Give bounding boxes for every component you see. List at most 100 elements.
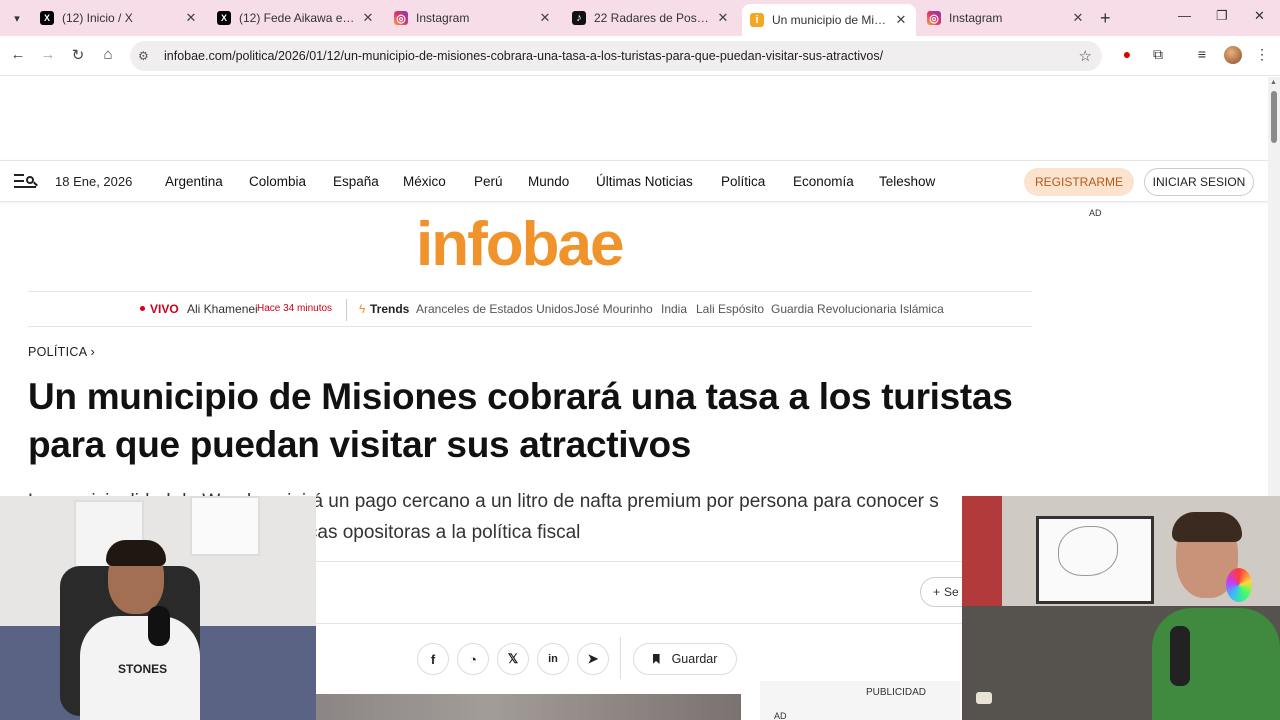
bookmark-icon — [652, 654, 660, 664]
ad-slot[interactable] — [760, 681, 960, 720]
facebook-share-icon[interactable]: f — [417, 643, 449, 675]
site-navigation: 18 Ene, 2026 Argentina Colombia España M… — [0, 160, 1268, 202]
tab-instagram-2[interactable]: ◎ Instagram ✕ — [919, 4, 1093, 32]
tab-title: 22 Radares de Posadas a E — [594, 11, 714, 25]
trends-bar: VIVO Ali Khamenei Hace 34 minutos ϟ Tren… — [28, 291, 1032, 327]
linkedin-share-icon[interactable]: in — [537, 643, 569, 675]
tab-tiktok[interactable]: ♪ 22 Radares de Posadas a E ✕ — [564, 4, 738, 32]
section-label[interactable]: POLÍTICA — [28, 345, 87, 359]
home-icon[interactable]: ⌂ — [98, 46, 118, 63]
login-button[interactable]: INICIAR SESION — [1144, 168, 1254, 196]
nav-teleshow[interactable]: Teleshow — [879, 174, 935, 189]
live-label: VIVO — [150, 302, 179, 316]
reload-icon[interactable]: ↻ — [68, 46, 88, 64]
tab-x-fede[interactable]: X (12) Fede Aikawa en X: "y l ✕ — [209, 4, 383, 32]
close-tab-icon[interactable]: ✕ — [1069, 10, 1087, 26]
publicidad-label: PUBLICIDAD — [866, 687, 927, 698]
microphone-icon — [148, 606, 170, 646]
url-text[interactable]: infobae.com/politica/2026/01/12/un-munic… — [164, 49, 883, 63]
minimize-icon[interactable]: — — [1178, 8, 1191, 23]
trend-item[interactable]: Guardia Revolucionaria Islámica — [771, 302, 944, 316]
article-headline: Un municipio de Misiones cobrará una tas… — [28, 376, 1013, 465]
live-headline[interactable]: Ali Khamenei — [187, 302, 258, 316]
streamer-left: STONES — [80, 540, 200, 720]
ad-label: AD — [1089, 208, 1102, 218]
live-dot-icon — [140, 306, 145, 311]
browser-window: ▾ X (12) Inicio / X ✕ X (12) Fede Aikawa… — [0, 0, 1280, 720]
infobae-logo[interactable]: infobae — [416, 209, 624, 280]
x-logo-icon: X — [40, 11, 54, 25]
divider — [620, 637, 621, 679]
tab-strip: ▾ X (12) Inicio / X ✕ X (12) Fede Aikawa… — [0, 0, 1280, 36]
browser-menu-icon[interactable]: ⋮ — [1252, 46, 1272, 63]
lightning-icon: ϟ — [359, 302, 366, 316]
media-control-icon[interactable]: ≡ — [1192, 46, 1212, 62]
close-tab-icon[interactable]: ✕ — [182, 10, 200, 26]
site-info-icon[interactable]: ⚙ — [138, 49, 164, 63]
divider — [316, 561, 976, 562]
tiktok-icon: ♪ — [572, 11, 586, 25]
nav-peru[interactable]: Perú — [474, 174, 503, 189]
shirt-text: STONES — [118, 662, 168, 676]
tab-x-inicio[interactable]: X (12) Inicio / X ✕ — [32, 4, 206, 32]
bookmark-star-icon[interactable]: ☆ — [1079, 47, 1092, 65]
divider — [346, 299, 347, 321]
telegram-share-icon[interactable]: ➤ — [577, 643, 609, 675]
nav-politica[interactable]: Política — [721, 174, 765, 189]
close-window-icon[interactable]: ✕ — [1254, 8, 1265, 24]
trend-item[interactable]: India — [661, 302, 687, 316]
close-tab-icon[interactable]: ✕ — [536, 10, 554, 26]
tab-instagram-1[interactable]: ◎ Instagram ✕ — [386, 4, 560, 32]
nav-ultimas-noticias[interactable]: Últimas Noticias — [596, 174, 693, 189]
nav-colombia[interactable]: Colombia — [249, 174, 306, 189]
close-tab-icon[interactable]: ✕ — [892, 12, 910, 28]
ad-label: AD — [774, 711, 787, 720]
nav-argentina[interactable]: Argentina — [165, 174, 223, 189]
rgb-headset-icon — [1226, 568, 1252, 602]
close-tab-icon[interactable]: ✕ — [714, 10, 732, 26]
nav-mexico[interactable]: México — [403, 174, 446, 189]
follow-label: Se — [944, 585, 959, 599]
new-tab-icon[interactable]: + — [1100, 8, 1111, 29]
tab-title: (12) Fede Aikawa en X: "y l — [239, 11, 359, 25]
register-button[interactable]: REGISTRARME — [1024, 168, 1134, 196]
streamer-right — [1152, 512, 1280, 720]
restore-icon[interactable]: ❐ — [1216, 8, 1228, 24]
instagram-icon: ◎ — [394, 11, 408, 25]
close-tab-icon[interactable]: ✕ — [359, 10, 377, 26]
webcam-left: STONES — [0, 496, 316, 720]
nav-economia[interactable]: Economía — [793, 174, 854, 189]
nav-espana[interactable]: España — [333, 174, 379, 189]
section-breadcrumb[interactable]: POLÍTICA › — [28, 345, 95, 359]
tab-infobae-active[interactable]: i Un municipio de Misiones ✕ — [742, 4, 916, 36]
trend-item[interactable]: Lali Espósito — [696, 302, 764, 316]
tab-title: Un municipio de Misiones — [772, 13, 892, 27]
live-time: Hace 34 minutos — [257, 303, 333, 314]
x-logo-icon: X — [217, 11, 231, 25]
x-share-icon[interactable]: 𝕏 — [497, 643, 529, 675]
chevron-right-icon: › — [90, 345, 95, 359]
tab-title: Instagram — [949, 11, 1003, 25]
webcam-right — [962, 496, 1280, 720]
back-icon[interactable]: ← — [8, 46, 28, 63]
trend-item[interactable]: Aranceles de Estados Unidos — [416, 302, 573, 316]
nav-mundo[interactable]: Mundo — [528, 174, 569, 189]
extension-opera-icon[interactable]: ● — [1117, 46, 1137, 62]
whatsapp-share-icon[interactable]: ◔ — [457, 643, 489, 675]
tab-title: Instagram — [416, 11, 470, 25]
scroll-up-icon[interactable]: ▲ — [1270, 79, 1277, 86]
tab-search-icon[interactable]: ▾ — [6, 7, 28, 29]
scroll-thumb[interactable] — [1271, 91, 1277, 143]
menu-search-icon[interactable] — [14, 172, 38, 190]
tab-title: (12) Inicio / X — [62, 11, 133, 25]
forward-icon[interactable]: → — [38, 46, 58, 63]
extensions-puzzle-icon[interactable]: ⧉ — [1148, 46, 1168, 63]
address-bar[interactable]: ⚙ infobae.com/politica/2026/01/12/un-mun… — [130, 41, 1102, 71]
save-label: Guardar — [671, 652, 718, 666]
divider — [316, 623, 976, 624]
microphone-icon — [1170, 626, 1190, 686]
trend-item[interactable]: José Mourinho — [574, 302, 653, 316]
article-hero-image[interactable] — [316, 694, 741, 720]
save-button[interactable]: Guardar — [633, 643, 737, 675]
profile-avatar[interactable] — [1224, 46, 1242, 64]
